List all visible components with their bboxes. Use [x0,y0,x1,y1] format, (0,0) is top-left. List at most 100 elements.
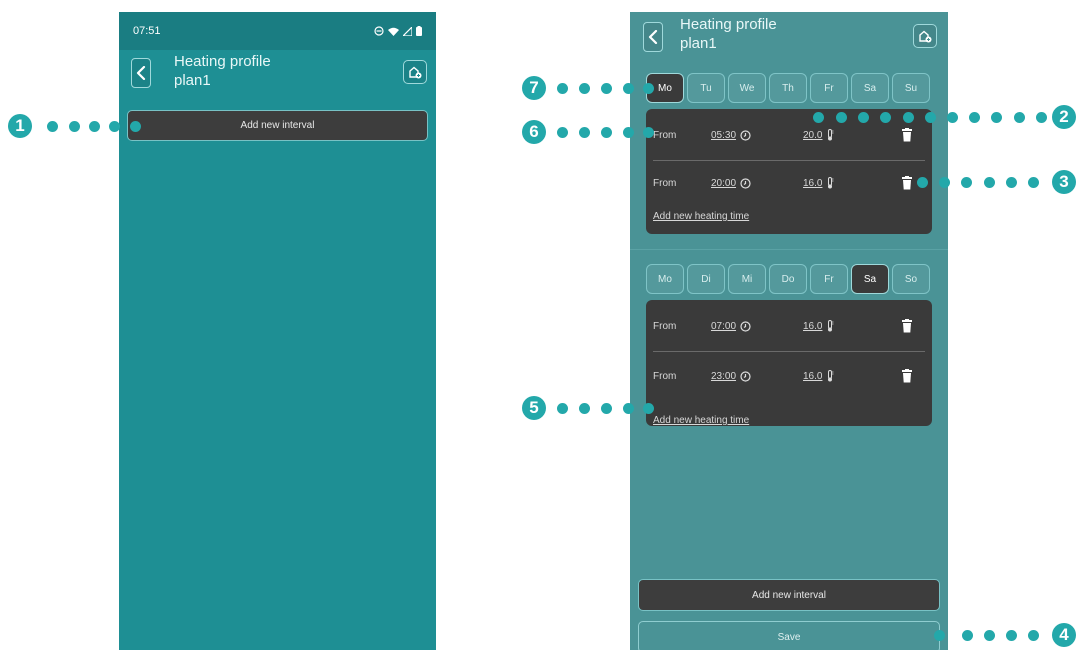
day-toggle[interactable]: Tu [687,73,725,103]
day-toggle[interactable]: So [892,264,930,294]
callout-dot [858,112,869,123]
from-label: From [653,177,677,189]
callout-dot [939,177,950,188]
callout-dot [1014,112,1025,123]
day-toggle[interactable]: Sa [851,73,889,103]
home-add-button[interactable] [403,60,427,84]
callout-dot [579,127,590,138]
callout-dot [109,121,120,132]
temperature-value[interactable]: 16.0 [803,320,901,332]
add-heating-time-link[interactable]: Add new heating time [653,415,749,426]
heating-time-row: From 23:00 16.0 [653,366,925,386]
status-time: 07:51 [133,25,161,37]
callout-dot [903,112,914,123]
callout-badge-4: 4 [1052,623,1076,647]
delete-trash-icon[interactable] [901,128,913,142]
row-divider [653,160,925,161]
callout-dot [984,630,995,641]
day-toggle[interactable]: Di [687,264,725,294]
page-title: Heating profile [174,53,271,70]
back-button[interactable] [643,22,663,52]
callout-badge-6: 6 [522,120,546,144]
day-toggle[interactable]: Do [769,264,807,294]
temperature-value[interactable]: 20.0 [803,129,901,141]
time-value[interactable]: 07:00 [711,321,803,332]
callout-dot [601,127,612,138]
time-value[interactable]: 23:00 [711,371,803,382]
dnd-icon [374,26,384,36]
callout-dot [623,403,634,414]
callout-badge-3: 3 [1052,170,1076,194]
delete-trash-icon[interactable] [901,319,913,333]
page-subtitle: plan1 [174,72,211,89]
day-toggle[interactable]: Su [892,73,930,103]
callout-dot [991,112,1002,123]
callout-dot [1036,112,1047,123]
left-phone-screen: 07:51 Heating profile plan1 Add new inte… [119,12,436,650]
temp-text: 16.0 [803,177,823,189]
home-add-icon [409,66,422,79]
status-icons [374,26,422,36]
callout-dot [579,403,590,414]
callout-dot [1028,177,1039,188]
add-interval-button[interactable]: Add new interval [127,110,428,141]
callout-dot [557,83,568,94]
callout-dot [1006,177,1017,188]
day-toggle[interactable]: Mi [728,264,766,294]
page-title: Heating profile [680,16,777,33]
heating-time-row: From 07:00 16.0 [653,316,925,336]
temperature-value[interactable]: 16.0 [803,177,901,189]
heating-times-card-2: From 07:00 16.0 From 23:00 16.0 Add new … [646,300,932,426]
callout-dot [934,630,945,641]
from-label: From [653,129,677,141]
home-add-button[interactable] [913,24,937,48]
header: Heating profile plan1 [119,50,436,110]
home-add-icon [919,30,932,43]
weekday-selector-2: Mo Di Mi Do Fr Sa So [646,264,930,294]
chevron-left-icon [648,30,658,44]
callout-dot [601,83,612,94]
callout-dot [880,112,891,123]
callout-dot [623,127,634,138]
day-toggle[interactable]: Th [769,73,807,103]
callout-dot [813,112,824,123]
time-text: 20:00 [711,177,737,189]
time-text: 07:00 [711,320,737,332]
day-toggle[interactable]: Fr [810,73,848,103]
thermometer-icon [828,370,834,382]
temp-text: 20.0 [803,129,823,141]
callout-dot [557,403,568,414]
time-value[interactable]: 20:00 [711,178,803,189]
callout-dot [836,112,847,123]
back-button[interactable] [131,58,151,88]
time-text: 05:30 [711,129,737,141]
heating-time-row: From 20:00 16.0 [653,173,925,193]
add-interval-button[interactable]: Add new interval [638,579,940,611]
temp-text: 16.0 [803,370,823,382]
temperature-value[interactable]: 16.0 [803,370,901,382]
delete-trash-icon[interactable] [901,176,913,190]
day-toggle[interactable]: Mo [646,264,684,294]
day-toggle[interactable]: Sa [851,264,889,294]
from-label: From [653,320,677,332]
callout-dot [557,127,568,138]
callout-dot [579,83,590,94]
callout-dot [961,177,972,188]
delete-trash-icon[interactable] [901,369,913,383]
clock-icon [740,370,751,382]
save-button[interactable]: Save [638,621,940,650]
time-value[interactable]: 05:30 [711,130,803,141]
right-phone-screen: Heating profile plan1 Mo Tu We Th Fr Sa … [630,12,948,650]
battery-icon [416,26,422,36]
callout-dot [643,127,654,138]
day-toggle[interactable]: We [728,73,766,103]
thermometer-icon [828,129,834,141]
callout-dot [623,83,634,94]
temp-text: 16.0 [803,320,823,332]
add-heating-time-link[interactable]: Add new heating time [653,211,749,222]
heating-time-row: From 05:30 20.0 [653,125,925,145]
day-toggle[interactable]: Fr [810,264,848,294]
clock-icon [740,129,751,141]
callout-dot [643,83,654,94]
callout-badge-7: 7 [522,76,546,100]
